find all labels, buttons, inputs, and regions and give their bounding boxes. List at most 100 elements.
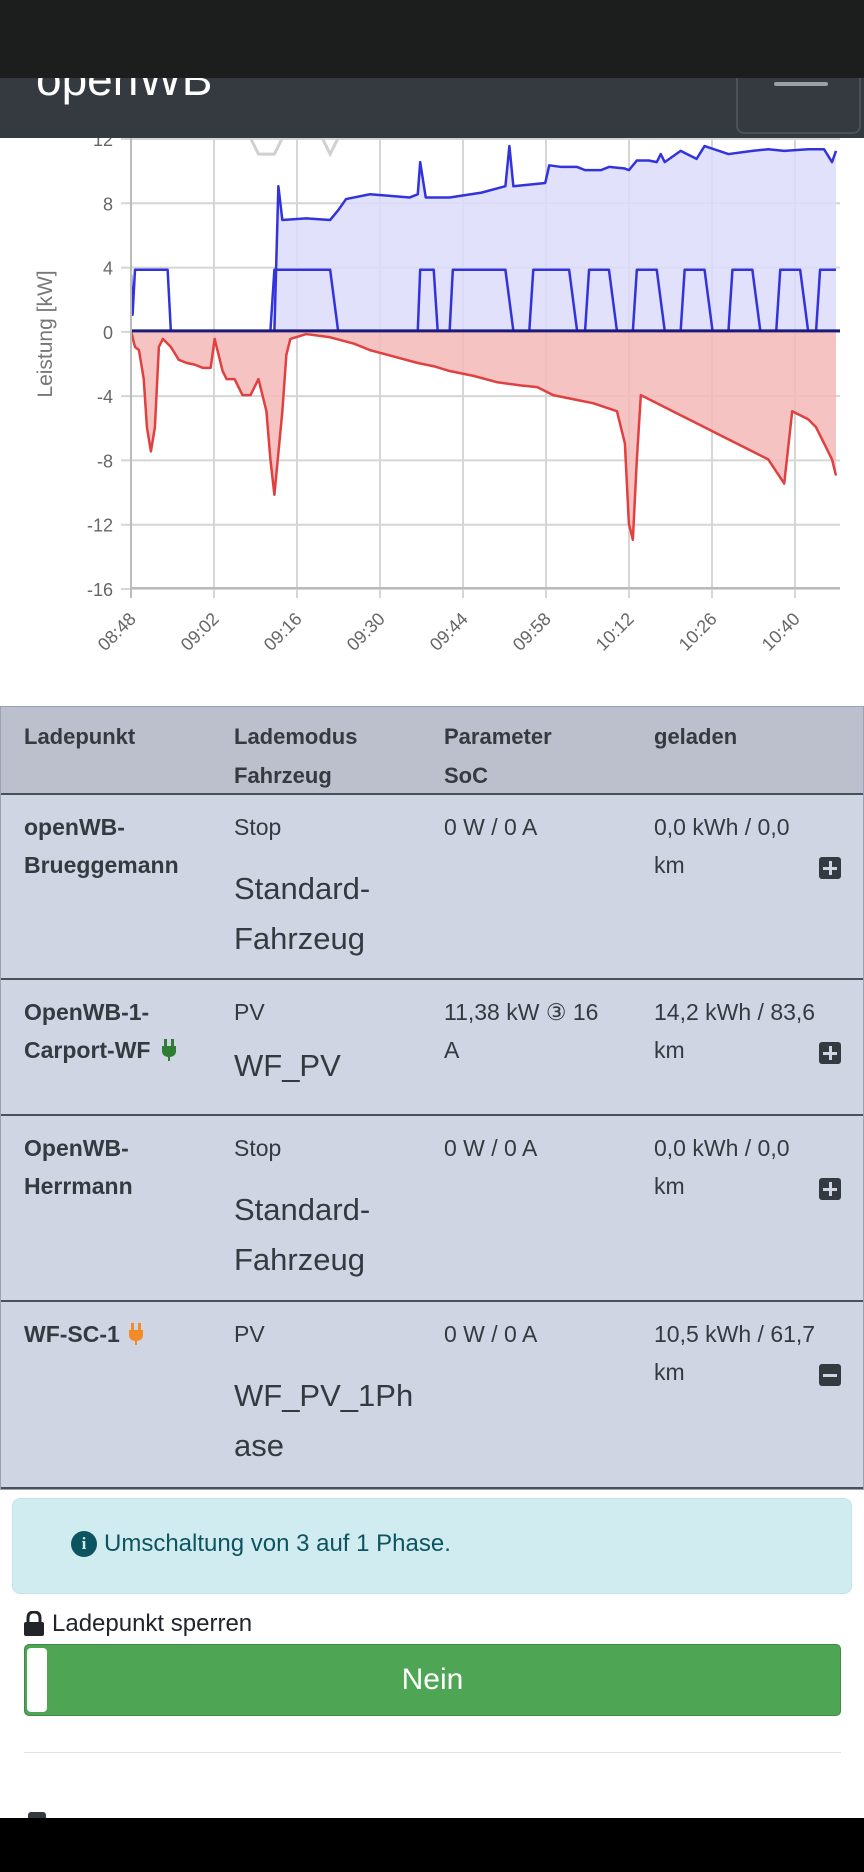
x-tick-label: 10:26 [675,609,721,655]
phase-switch-alert: i Umschaltung von 3 auf 1 Phase. [12,1498,852,1594]
vehicle-name-line2: Fahrzeug [234,921,365,956]
x-tick-label: 10:12 [592,609,638,655]
charge-mode[interactable]: PV [234,1315,265,1353]
navigation-bar [0,1818,864,1872]
energy-charged: 0,0 kWh / 0,0 km [654,808,790,884]
table-row[interactable]: openWB- Brueggemann Stop Standard- Fahrz… [1,795,863,980]
charge-mode[interactable]: Stop [234,1129,281,1167]
energy-charged-line1: 14,2 kWh / 83,6 [654,999,816,1025]
minus-square-icon[interactable] [819,1364,841,1386]
chargepoint-table: Ladepunkt Lademodus Fahrzeug Parameter S… [0,706,864,1490]
total-charge-area [274,146,836,331]
chargepoint-name-line1: OpenWB- [24,1135,129,1161]
chargepoint-name[interactable]: OpenWB- Herrmann [24,1129,133,1205]
chargepoint-name[interactable]: openWB- Brueggemann [24,808,179,884]
chargepoint-name-line2: Brueggemann [24,852,179,878]
x-tick-label: 08:48 [94,609,140,655]
plug-icon [129,1323,144,1345]
energy-charged-line2: km [654,1359,685,1385]
x-tick-label: 10:40 [758,609,804,655]
y-tick-label: 4 [103,259,113,279]
y-tick-label: 0 [103,323,113,343]
x-tick-label: 09:30 [343,609,389,655]
chargepoint-name-line2: Carport-WF [24,1031,177,1069]
energy-charged-line2: km [654,852,685,878]
header-parameter-label: Parameter [444,724,552,749]
energy-charged-line1: 0,0 kWh / 0,0 [654,1135,790,1161]
alert-text: Umschaltung von 3 auf 1 Phase. [104,1530,451,1557]
chargepoint-name-line2: Herrmann [24,1173,133,1199]
charge-mode[interactable]: Stop [234,808,281,846]
plus-square-icon[interactable] [819,1042,841,1064]
charge-parameter: 0 W / 0 A [444,1321,538,1347]
charge-parameter: 0 W / 0 A [444,1135,538,1161]
y-tick-label: -12 [87,516,113,536]
energy-charged: 14,2 kWh / 83,6 km [654,993,815,1069]
status-bar [0,0,864,78]
lock-label: Ladepunkt sperren [52,1610,253,1637]
header-ladepunkt: Ladepunkt [24,724,136,749]
y-tick-label: -16 [87,580,113,600]
energy-charged-line1: 0,0 kWh / 0,0 [654,814,790,840]
plug-icon [161,1039,176,1061]
divider [24,1752,841,1753]
vehicle-name-line1: Standard- [234,1192,371,1227]
energy-charged: 10,5 kWh / 61,7 km [654,1315,815,1391]
chargepoint-name[interactable]: WF-SC-1 [24,1315,144,1353]
vehicle-name[interactable]: WF_PV_1Ph ase [234,1371,413,1471]
lock-icon [24,1611,44,1636]
house-line [249,138,625,158]
table-row[interactable]: OpenWB- Herrmann Stop Standard- Fahrzeug… [1,1116,863,1302]
x-tick-label: 09:16 [260,609,306,655]
header-soc-label: SoC [444,763,488,788]
power-chart: 12 8 4 0 -4 -8 -12 -16 08:48 09:02 09:16 09:30 09:44… [0,138,864,708]
toggle-value: Nein [401,1663,464,1696]
vehicle-name-line1: Standard- [234,871,371,906]
brand-logo[interactable]: openWB [36,78,212,106]
navbar: openWB [0,78,864,138]
charge-parameter-line1: 11,38 kW ③ 16 [444,999,599,1025]
chart-series-layer [131,138,840,542]
y-tick-label: -4 [97,387,113,407]
hamburger-icon [774,82,828,86]
x-tick-label: 09:44 [426,609,472,655]
y-tick-label: 12 [93,138,113,150]
x-tick-label: 09:02 [177,609,223,655]
y-tick-label: -8 [97,451,113,471]
header-parameter: Parameter SoC [444,717,552,795]
chargepoint-name-line1: openWB- [24,814,125,840]
plus-square-icon[interactable] [819,1178,841,1200]
menu-toggle-button[interactable] [736,78,861,134]
table-row[interactable]: WF-SC-1 PV WF_PV_1Ph ase 0 W / 0 A 10,5 … [1,1302,863,1489]
header-lademodus-label: Lademodus [234,724,358,749]
energy-charged: 0,0 kWh / 0,0 km [654,1129,790,1205]
y-tick-label: 8 [103,194,113,214]
chargepoint-name[interactable]: OpenWB-1- Carport-WF [24,993,177,1069]
header-geladen: geladen [654,724,738,749]
vehicle-name-line2: ase [234,1428,284,1463]
grid-power-area [131,330,836,540]
y-axis-label: Leistung [kW] [34,270,57,397]
chargepoint-name-text: WF-SC-1 [24,1321,120,1347]
vehicle-name-line1: WF_PV_1Ph [234,1378,414,1413]
chargepoint-name-text: Carport-WF [24,1037,151,1063]
chart-svg: 12 8 4 0 -4 -8 -12 -16 08:48 09:02 09:16 09:30 09:44… [34,138,840,655]
vehicle-name[interactable]: Standard- Fahrzeug [234,864,370,964]
info-circle-icon: i [71,1531,97,1557]
vehicle-name[interactable]: Standard- Fahrzeug [234,1185,370,1285]
energy-charged-line1: 10,5 kWh / 61,7 [654,1321,816,1347]
charge-parameter-line2: A [444,1037,460,1063]
lock-toggle-button[interactable]: Nein [24,1644,841,1716]
header-fahrzeug-label: Fahrzeug [234,763,332,788]
charge-mode[interactable]: PV [234,993,265,1031]
plus-square-icon[interactable] [819,857,841,879]
header-lademodus: Lademodus Fahrzeug [234,717,357,795]
x-tick-label: 09:58 [509,609,555,655]
chargepoint-name-line1: OpenWB-1- [24,999,150,1025]
charge-parameter: 11,38 kW ③ 16 A [444,993,598,1069]
energy-charged-line2: km [654,1173,685,1199]
vehicle-name[interactable]: WF_PV [234,1041,341,1091]
energy-charged-line2: km [654,1037,685,1063]
vehicle-name-line2: Fahrzeug [234,1242,365,1277]
table-row[interactable]: OpenWB-1- Carport-WF PV WF_PV 11,38 kW ③… [1,980,863,1116]
